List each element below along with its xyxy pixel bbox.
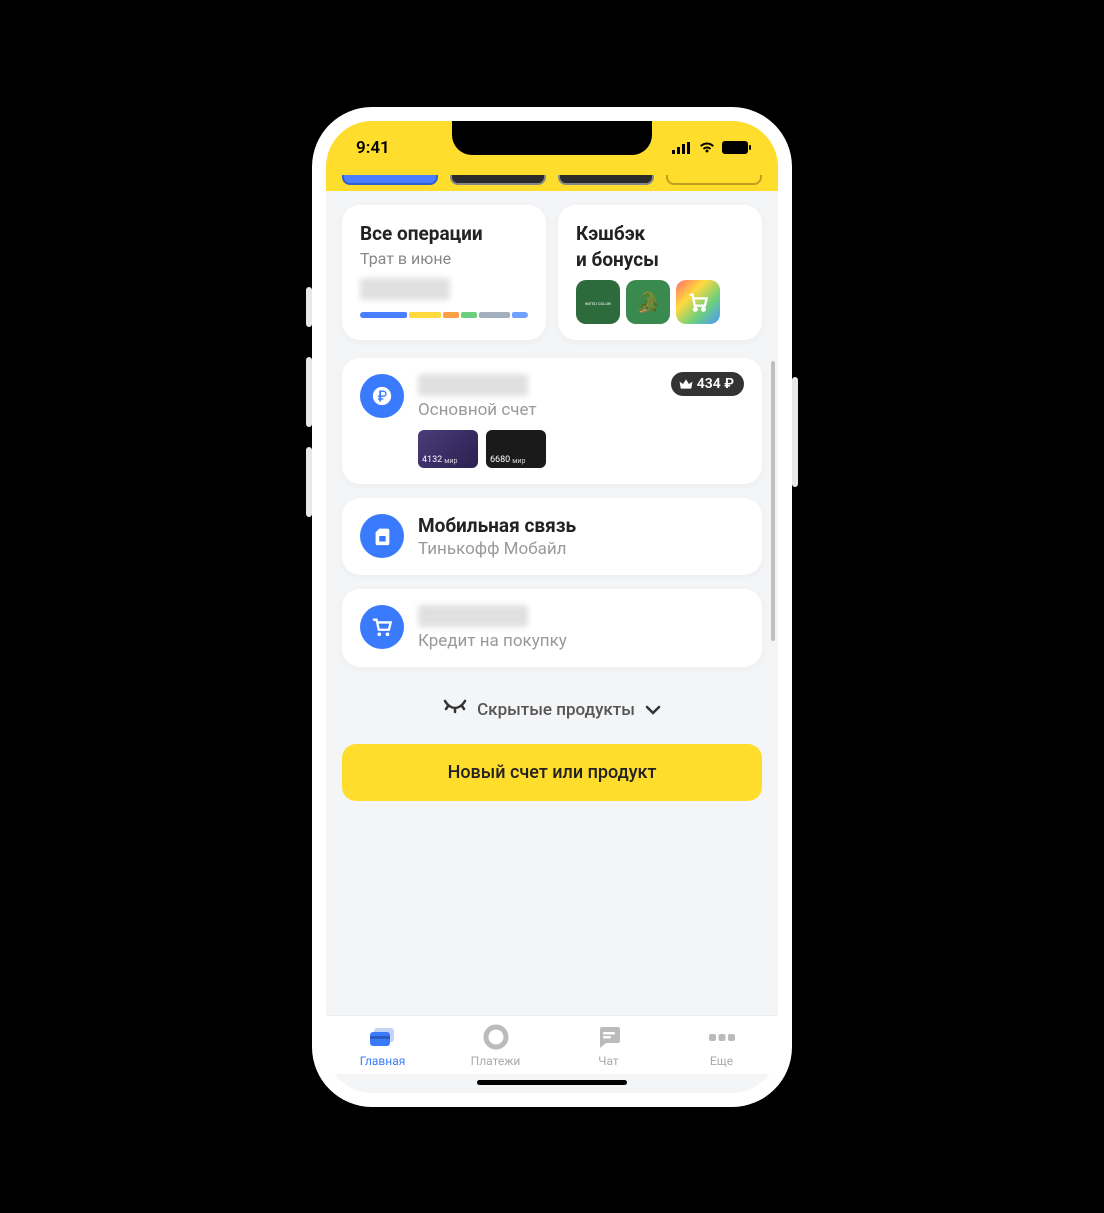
redacted-amount [360, 278, 450, 300]
redacted-balance [418, 605, 528, 627]
card-ps: мир [444, 457, 457, 465]
side-button [306, 357, 312, 427]
wifi-icon [698, 138, 716, 158]
card-icon [368, 1024, 398, 1050]
card-peek[interactable] [558, 175, 654, 185]
bonus-badge[interactable]: 434 ₽ [671, 372, 744, 396]
cta-label: Новый счет или продукт [448, 762, 657, 783]
card-last4: 4132 [422, 455, 442, 465]
side-button [306, 287, 312, 327]
notch [452, 121, 652, 155]
side-button [792, 377, 798, 487]
eye-closed-icon [443, 699, 467, 720]
cards-carousel-peek[interactable] [326, 175, 778, 191]
side-button [306, 447, 312, 517]
tab-chat[interactable]: Чат [552, 1024, 665, 1068]
cashback-partner-icon[interactable]: UNITED COLORS [576, 280, 620, 324]
account-credit[interactable]: Кредит на покупку [342, 589, 762, 667]
tab-bar: Главная Платежи Чат Еще [326, 1015, 778, 1074]
account-title: Мобильная связь [418, 514, 744, 537]
spending-bar [360, 312, 528, 318]
sim-icon [360, 514, 404, 558]
main-content[interactable]: Все операции Трат в июне Кэшбэк и бонусы [326, 191, 778, 1015]
status-icons [672, 138, 748, 158]
crown-icon [679, 378, 693, 390]
cashback-partner-icon[interactable]: 🐊 [626, 280, 670, 324]
account-subtitle: Тинькофф Мобайл [418, 539, 744, 559]
scroll-indicator[interactable] [771, 361, 775, 641]
account-label: Кредит на покупку [418, 631, 744, 651]
mini-card[interactable]: 6680 мир [486, 430, 546, 468]
card-peek[interactable] [666, 175, 762, 185]
tile-title: и бонусы [576, 249, 744, 272]
hidden-products-label: Скрытые продукты [477, 700, 635, 720]
tab-label: Чат [598, 1054, 618, 1068]
cart-icon [360, 605, 404, 649]
cellular-icon [672, 142, 692, 154]
cashback-partner-icon[interactable] [676, 280, 720, 324]
ruble-icon [360, 374, 404, 418]
tile-cashback[interactable]: Кэшбэк и бонусы UNITED COLORS 🐊 [558, 205, 762, 341]
card-peek[interactable] [342, 175, 438, 185]
badge-value: 434 ₽ [697, 376, 734, 392]
chat-icon [594, 1024, 624, 1050]
hidden-products-toggle[interactable]: Скрытые продукты [342, 681, 762, 744]
payments-icon [481, 1024, 511, 1050]
status-time: 9:41 [356, 138, 390, 158]
screen: 9:41 Все операции Трат в июне [326, 121, 778, 1093]
account-main[interactable]: Основной счет 4132 мир 6680 мир [342, 358, 762, 484]
more-icon [707, 1024, 737, 1050]
home-indicator[interactable] [477, 1080, 627, 1085]
chevron-down-icon [645, 700, 661, 720]
tab-label: Главная [360, 1054, 406, 1068]
tab-payments[interactable]: Платежи [439, 1024, 552, 1068]
phone-frame: 9:41 Все операции Трат в июне [312, 107, 792, 1107]
tile-subtitle: Трат в июне [360, 249, 528, 268]
battery-icon [722, 141, 748, 154]
tab-label: Платежи [471, 1054, 521, 1068]
redacted-balance [418, 374, 528, 396]
card-last4: 6680 [490, 455, 510, 465]
tile-title: Кэшбэк [576, 223, 744, 246]
new-product-button[interactable]: Новый счет или продукт [342, 744, 762, 801]
mini-card[interactable]: 4132 мир [418, 430, 478, 468]
tab-more[interactable]: Еще [665, 1024, 778, 1068]
account-label: Основной счет [418, 400, 744, 420]
svg-text:UNITED COLORS: UNITED COLORS [585, 301, 611, 306]
card-peek[interactable] [450, 175, 546, 185]
card-ps: мир [512, 457, 525, 465]
account-mobile[interactable]: Мобильная связь Тинькофф Мобайл [342, 498, 762, 575]
tab-label: Еще [710, 1054, 733, 1068]
tab-home[interactable]: Главная [326, 1024, 439, 1068]
tile-title: Все операции [360, 223, 528, 246]
tile-operations[interactable]: Все операции Трат в июне [342, 205, 546, 341]
